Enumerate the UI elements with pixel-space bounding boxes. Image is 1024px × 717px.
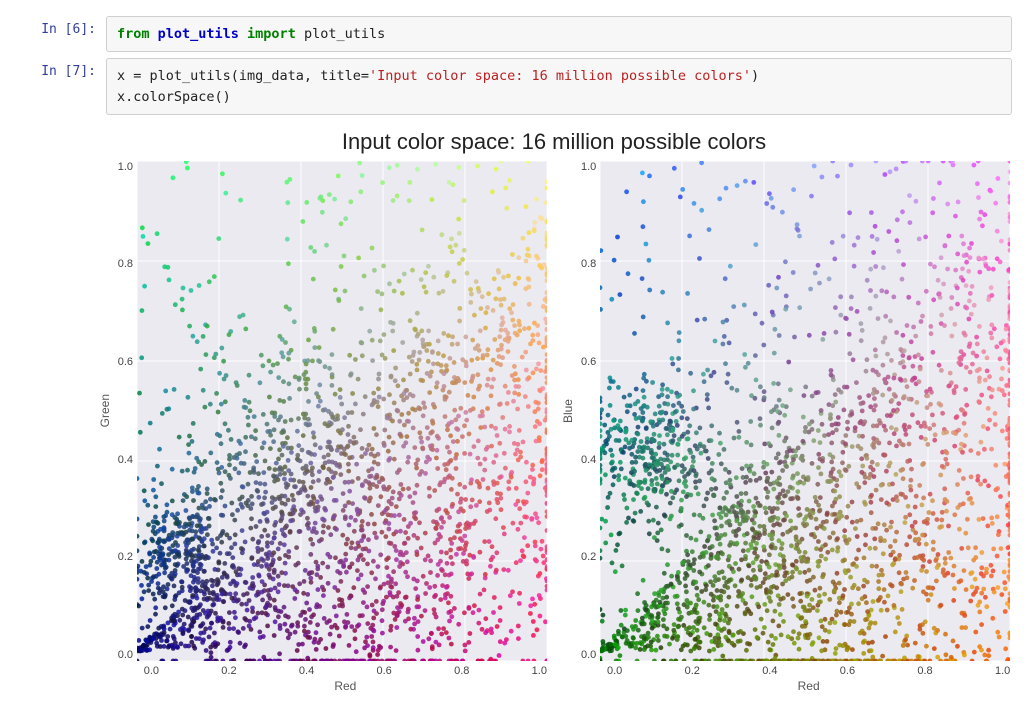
y-axis-ticks: 1.00.80.60.40.20.0	[581, 161, 596, 661]
scatter-plot	[600, 161, 1010, 661]
scatter-panel: Blue 1.00.80.60.40.20.0 0.00.20.40.60.81.0…	[561, 161, 1010, 693]
x-axis-label: Red	[798, 679, 820, 693]
cell-output: Input color space: 16 million possible c…	[96, 129, 1012, 693]
code-input[interactable]: from plot_utils import plot_utils	[106, 16, 1012, 52]
code-cell: In [7]: x = plot_utils(img_data, title='…	[12, 58, 1012, 115]
scatter-panel: Green 1.00.80.60.40.20.0 0.00.20.40.60.81.…	[98, 161, 547, 693]
y-axis-label: Green	[98, 394, 112, 427]
cell-prompt: In [7]:	[12, 58, 106, 79]
y-axis-label: Blue	[561, 399, 575, 423]
x-axis-label: Red	[334, 679, 356, 693]
code-cell: In [6]: from plot_utils import plot_util…	[12, 16, 1012, 52]
x-axis-ticks: 0.00.20.40.60.81.0	[561, 665, 1010, 677]
chart-title: Input color space: 16 million possible c…	[96, 129, 1012, 155]
code-input[interactable]: x = plot_utils(img_data, title='Input co…	[106, 58, 1012, 115]
scatter-plot	[137, 161, 547, 661]
y-axis-ticks: 1.00.80.60.40.20.0	[118, 161, 133, 661]
cell-prompt: In [6]:	[12, 16, 106, 37]
x-axis-ticks: 0.00.20.40.60.81.0	[98, 665, 547, 677]
